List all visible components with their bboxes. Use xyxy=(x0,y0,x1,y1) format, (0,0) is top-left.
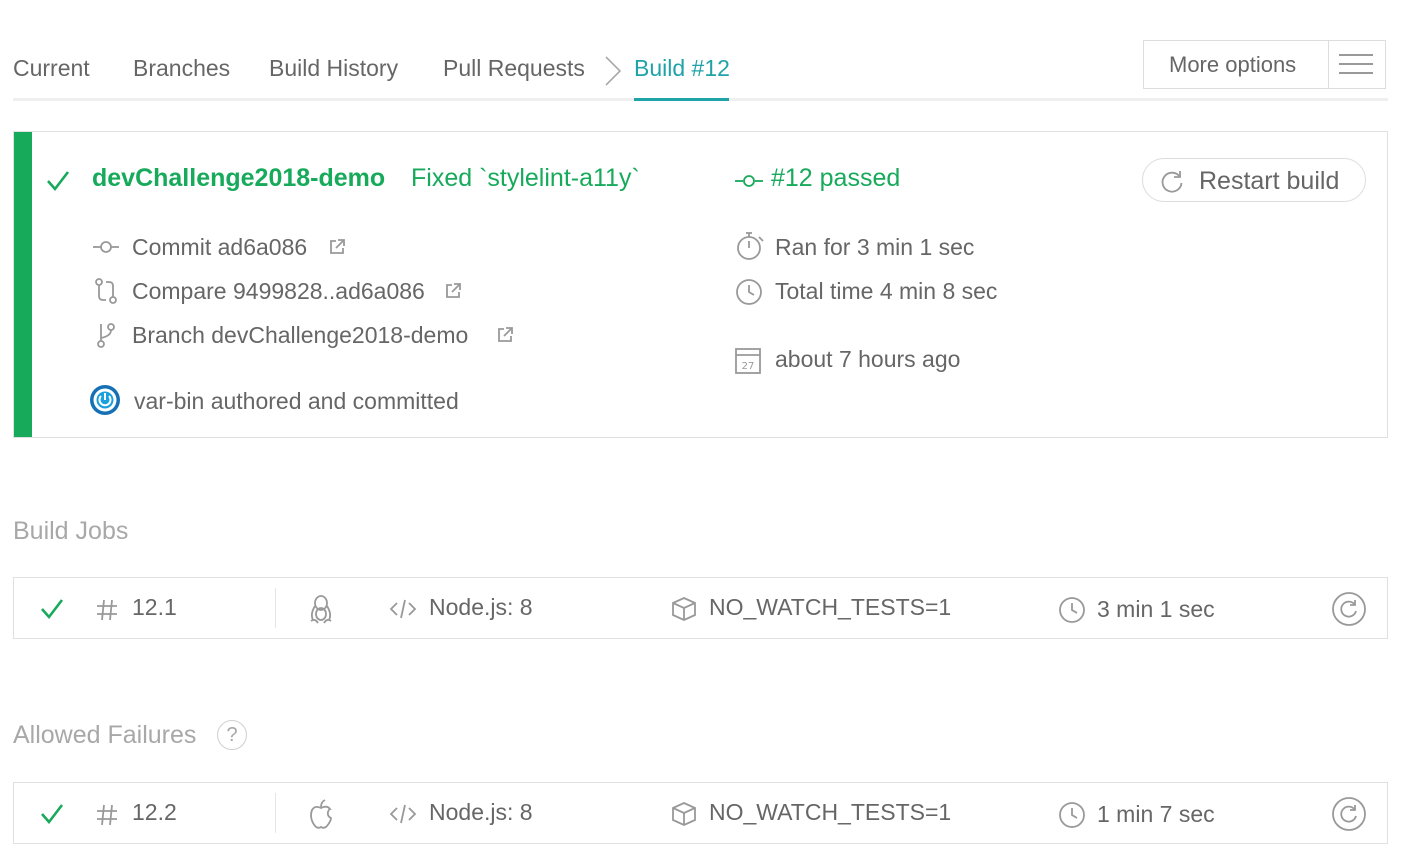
branch-link[interactable]: Branch devChallenge2018-demo xyxy=(132,322,468,349)
more-options-divider xyxy=(1328,41,1329,88)
check-icon xyxy=(47,171,70,192)
compare-icon xyxy=(95,278,117,304)
build-summary-card: devChallenge2018-demo Fixed `stylelint-a… xyxy=(13,131,1388,438)
restart-build-button[interactable]: Restart build xyxy=(1142,158,1366,202)
finished-text: about 7 hours ago xyxy=(775,346,961,372)
branch-icon xyxy=(97,323,115,348)
clock-icon xyxy=(1059,597,1085,623)
help-icon[interactable]: ? xyxy=(217,720,247,750)
job-language: Node.js: 8 xyxy=(429,594,533,620)
compare-link[interactable]: Compare 9499828..ad6a086 xyxy=(132,278,425,305)
total-time-text: Total time 4 min 8 sec xyxy=(775,278,998,304)
job-row[interactable]: 12.1 Node.js: 8 NO_WATCH_TESTS=1 3 min 1… xyxy=(13,577,1388,639)
external-link-icon[interactable] xyxy=(444,282,462,300)
job-duration: 3 min 1 sec xyxy=(1097,596,1215,622)
restart-build-label: Restart build xyxy=(1199,167,1340,195)
hash-icon xyxy=(97,804,117,826)
code-icon xyxy=(389,599,417,619)
avatar[interactable] xyxy=(89,384,121,416)
stopwatch-icon xyxy=(737,232,764,260)
job-duration: 1 min 7 sec xyxy=(1097,801,1215,827)
tab-build-history[interactable]: Build History xyxy=(269,55,398,82)
breadcrumb-chevron-icon xyxy=(605,56,622,86)
restart-job-icon[interactable] xyxy=(1332,797,1366,831)
branch-name-link[interactable]: devChallenge2018-demo xyxy=(92,164,385,193)
commit-message: Fixed `stylelint-a11y` xyxy=(411,164,640,192)
external-link-icon[interactable] xyxy=(328,238,346,256)
restart-job-icon[interactable] xyxy=(1332,592,1366,626)
job-row[interactable]: 12.2 Node.js: 8 NO_WATCH_TESTS=1 1 min 7… xyxy=(13,782,1388,844)
restart-icon xyxy=(1161,171,1183,193)
env-box-icon xyxy=(672,802,696,826)
check-icon xyxy=(41,804,64,825)
job-number-link[interactable]: 12.2 xyxy=(132,799,177,826)
author-text: var-bin authored and committed xyxy=(134,388,459,414)
ran-for-text: Ran for 3 min 1 sec xyxy=(775,234,975,260)
commit-icon xyxy=(93,241,119,253)
job-divider xyxy=(275,793,276,833)
tab-current[interactable]: Current xyxy=(13,55,90,82)
allowed-failures-title: Allowed Failures xyxy=(13,721,197,749)
job-env: NO_WATCH_TESTS=1 xyxy=(709,799,952,825)
job-number-link[interactable]: 12.1 xyxy=(132,594,177,621)
hash-icon xyxy=(97,599,117,621)
commit-link[interactable]: Commit ad6a086 xyxy=(132,234,307,261)
check-icon xyxy=(41,599,64,620)
job-env: NO_WATCH_TESTS=1 xyxy=(709,594,952,620)
external-link-icon[interactable] xyxy=(496,326,514,344)
code-icon xyxy=(389,804,417,824)
tab-branches[interactable]: Branches xyxy=(133,55,230,82)
hamburger-menu-icon[interactable] xyxy=(1339,54,1373,76)
commit-icon xyxy=(735,175,763,187)
job-divider xyxy=(275,588,276,628)
build-jobs-title: Build Jobs xyxy=(13,517,129,545)
job-language: Node.js: 8 xyxy=(429,799,533,825)
clock-icon xyxy=(736,279,762,305)
calendar-day: 27 xyxy=(742,361,755,372)
active-tab-indicator xyxy=(634,98,729,101)
linux-icon xyxy=(310,595,332,624)
tab-build-active[interactable]: Build #12 xyxy=(634,55,730,82)
status-color-bar xyxy=(14,132,32,437)
tab-pull-requests[interactable]: Pull Requests xyxy=(443,55,585,82)
apple-icon xyxy=(310,799,332,829)
clock-icon xyxy=(1059,802,1085,828)
build-status-text: #12 passed xyxy=(771,164,901,192)
more-options-button[interactable]: More options xyxy=(1143,40,1386,89)
more-options-label: More options xyxy=(1169,52,1297,77)
calendar-icon: 27 xyxy=(735,348,761,374)
env-box-icon xyxy=(672,597,696,621)
